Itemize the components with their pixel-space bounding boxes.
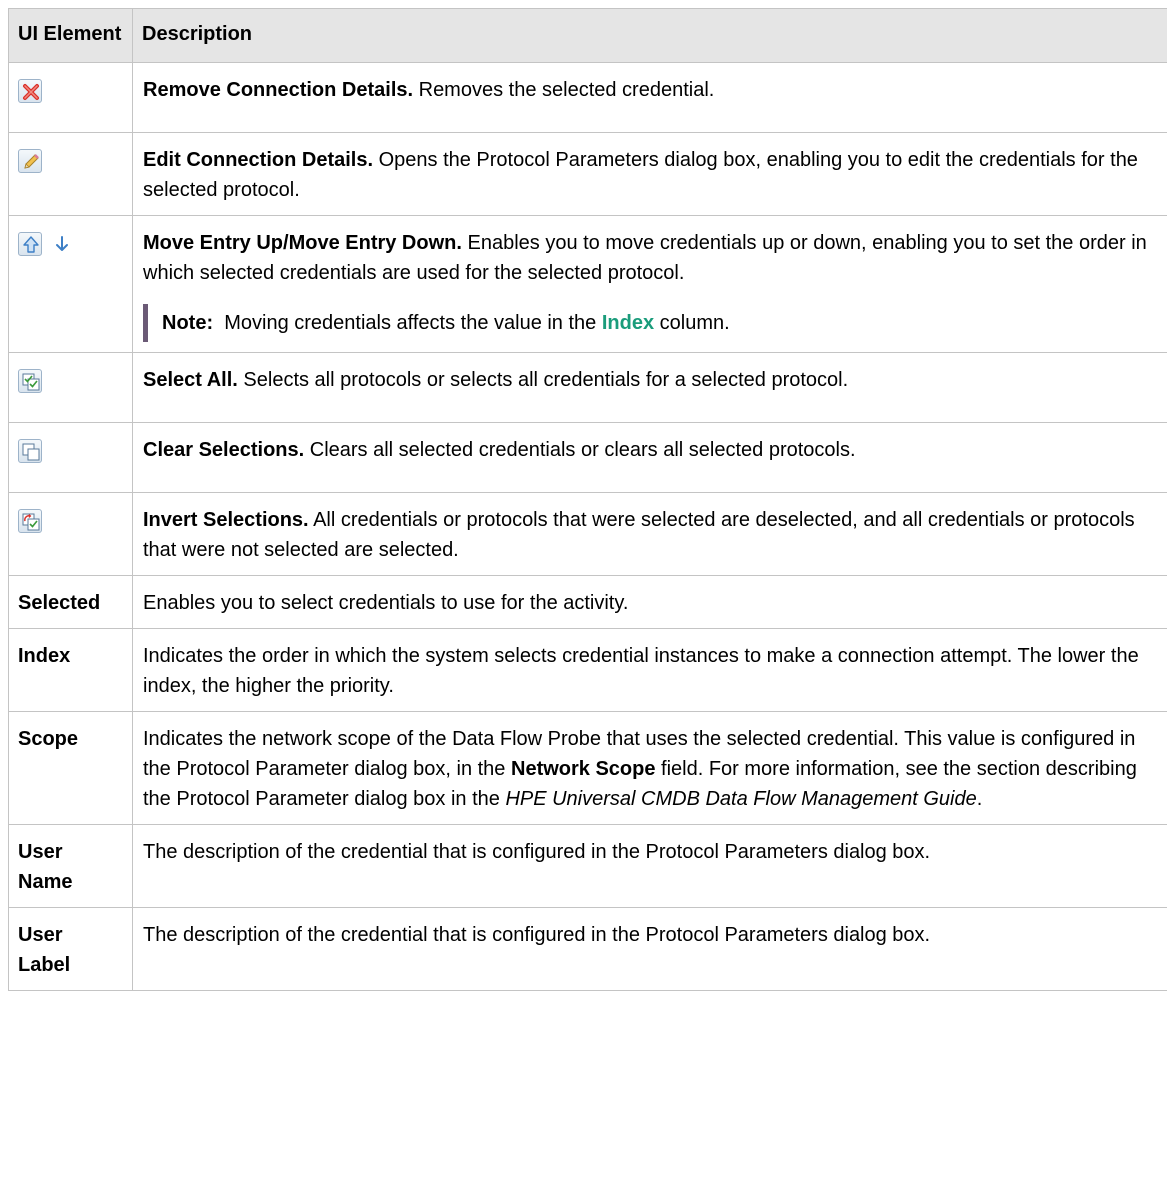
table-row: Move Entry Up/Move Entry Down. Enables y… [8, 215, 1167, 353]
description-cell: Select All. Selects all protocols or sel… [132, 352, 1167, 423]
ui-element-name: User Name [8, 824, 133, 908]
remove-icon[interactable] [18, 78, 42, 103]
note-label: Note: [162, 312, 214, 334]
table-header-row: UI Element Description [8, 8, 1167, 63]
row-title: Clear Selections. [143, 439, 305, 461]
description-cell: The description of the credential that i… [132, 824, 1167, 908]
move-up-icon[interactable] [18, 231, 42, 256]
row-text: Selects all protocols or selects all cre… [237, 369, 849, 391]
index-link[interactable]: Index [602, 312, 654, 334]
ui-element-cell [8, 62, 133, 133]
ui-element-name: Index [8, 628, 133, 712]
description-cell: Edit Connection Details. Opens the Proto… [132, 132, 1167, 216]
row-text: Clears all selected credentials or clear… [304, 439, 856, 461]
select-all-icon[interactable] [18, 368, 42, 393]
description-cell: Enables you to select credentials to use… [132, 575, 1167, 629]
scope-text-3: . [976, 788, 983, 810]
ui-element-cell [8, 492, 133, 576]
table-row: Select All. Selects all protocols or sel… [8, 352, 1167, 423]
description-cell: Invert Selections. All credentials or pr… [132, 492, 1167, 576]
ui-element-cell [8, 352, 133, 423]
note-text-after: column. [654, 312, 730, 334]
table-row: Remove Connection Details. Removes the s… [8, 62, 1167, 133]
network-scope-term: Network Scope [511, 758, 656, 780]
description-cell: Clear Selections. Clears all selected cr… [132, 422, 1167, 493]
ui-element-cell [8, 215, 133, 353]
move-down-icon[interactable] [50, 232, 74, 256]
description-cell: Indicates the network scope of the Data … [132, 711, 1167, 825]
invert-selections-icon[interactable] [18, 508, 42, 533]
description-cell: Move Entry Up/Move Entry Down. Enables y… [132, 215, 1167, 353]
table-row: Index Indicates the order in which the s… [8, 628, 1167, 712]
clear-selections-icon[interactable] [18, 438, 42, 463]
table-row: Selected Enables you to select credentia… [8, 575, 1167, 629]
header-ui-element: UI Element [8, 8, 133, 63]
table-row: Clear Selections. Clears all selected cr… [8, 422, 1167, 493]
ui-element-name: Selected [8, 575, 133, 629]
description-cell: Indicates the order in which the system … [132, 628, 1167, 712]
table-row: Invert Selections. All credentials or pr… [8, 492, 1167, 576]
ui-element-name: Scope [8, 711, 133, 825]
table-row: Edit Connection Details. Opens the Proto… [8, 132, 1167, 216]
ui-element-cell [8, 132, 133, 216]
description-cell: The description of the credential that i… [132, 907, 1167, 991]
ui-element-cell [8, 422, 133, 493]
table-row: User Label The description of the creden… [8, 907, 1167, 991]
note-box: Note: Moving credentials affects the val… [143, 304, 1160, 342]
row-title: Remove Connection Details. [143, 79, 414, 101]
row-title: Edit Connection Details. [143, 149, 374, 171]
header-description: Description [132, 8, 1167, 63]
row-text: Removes the selected credential. [413, 79, 715, 101]
description-cell: Remove Connection Details. Removes the s… [132, 62, 1167, 133]
row-title: Move Entry Up/Move Entry Down. [143, 232, 462, 254]
note-text-before: Moving credentials affects the value in … [213, 312, 602, 334]
ui-element-name: User Label [8, 907, 133, 991]
guide-title: HPE Universal CMDB Data Flow Management … [505, 788, 977, 810]
edit-pencil-icon[interactable] [18, 148, 42, 173]
table-row: Scope Indicates the network scope of the… [8, 711, 1167, 825]
row-title: Select All. [143, 369, 238, 391]
ui-elements-table: UI Element Description Remove Connection… [8, 8, 1167, 991]
row-title: Invert Selections. [143, 509, 309, 531]
table-row: User Name The description of the credent… [8, 824, 1167, 908]
